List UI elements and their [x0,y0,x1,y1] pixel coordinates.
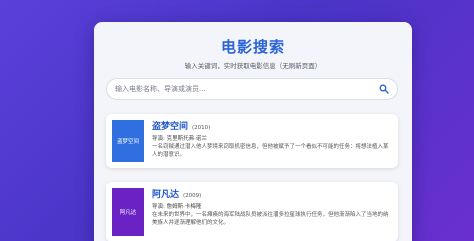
movie-card[interactable]: 盗梦空间 盗梦空间 (2010) 导演: 克里斯托弗·诺兰 一名窃贼通过潜入他人… [106,114,398,168]
movie-poster: 盗梦空间 [112,120,144,162]
search-icon[interactable] [379,84,389,94]
movie-director: 导演: 詹姆斯·卡梅隆 [152,204,202,210]
search-panel: 电影搜索 输入关键词，实时获取电影信息（无刷新页面） 盗梦空间 盗梦空间 (20… [94,22,412,241]
movie-year: (2010) [192,125,211,131]
page-subtitle: 输入关键词，实时获取电影信息（无刷新页面） [184,62,322,70]
movie-card[interactable]: 阿凡达 阿凡达 (2009) 导演: 詹姆斯·卡梅隆 在未来的世界中，一名瘫痪的… [106,182,398,241]
movie-poster: 阿凡达 [112,188,144,236]
movie-description: 在未来的世界中，一名瘫痪的海军陆战队员被派往潘多拉星球执行任务，但他渐渐陷入了当… [152,212,389,226]
page-title: 电影搜索 [220,38,285,56]
search-input[interactable] [115,85,379,93]
movie-year: (2009) [183,193,202,199]
movie-title: 盗梦空间 [152,122,189,132]
search-bar[interactable] [106,78,398,100]
movie-title: 阿凡达 [152,190,180,200]
movie-description: 一名窃贼通过潜入他人梦境来窃取机密信息，但他被赋予了一个看似不可能的任务：将想法… [152,144,389,158]
movie-director: 导演: 克里斯托弗·诺兰 [152,136,207,142]
